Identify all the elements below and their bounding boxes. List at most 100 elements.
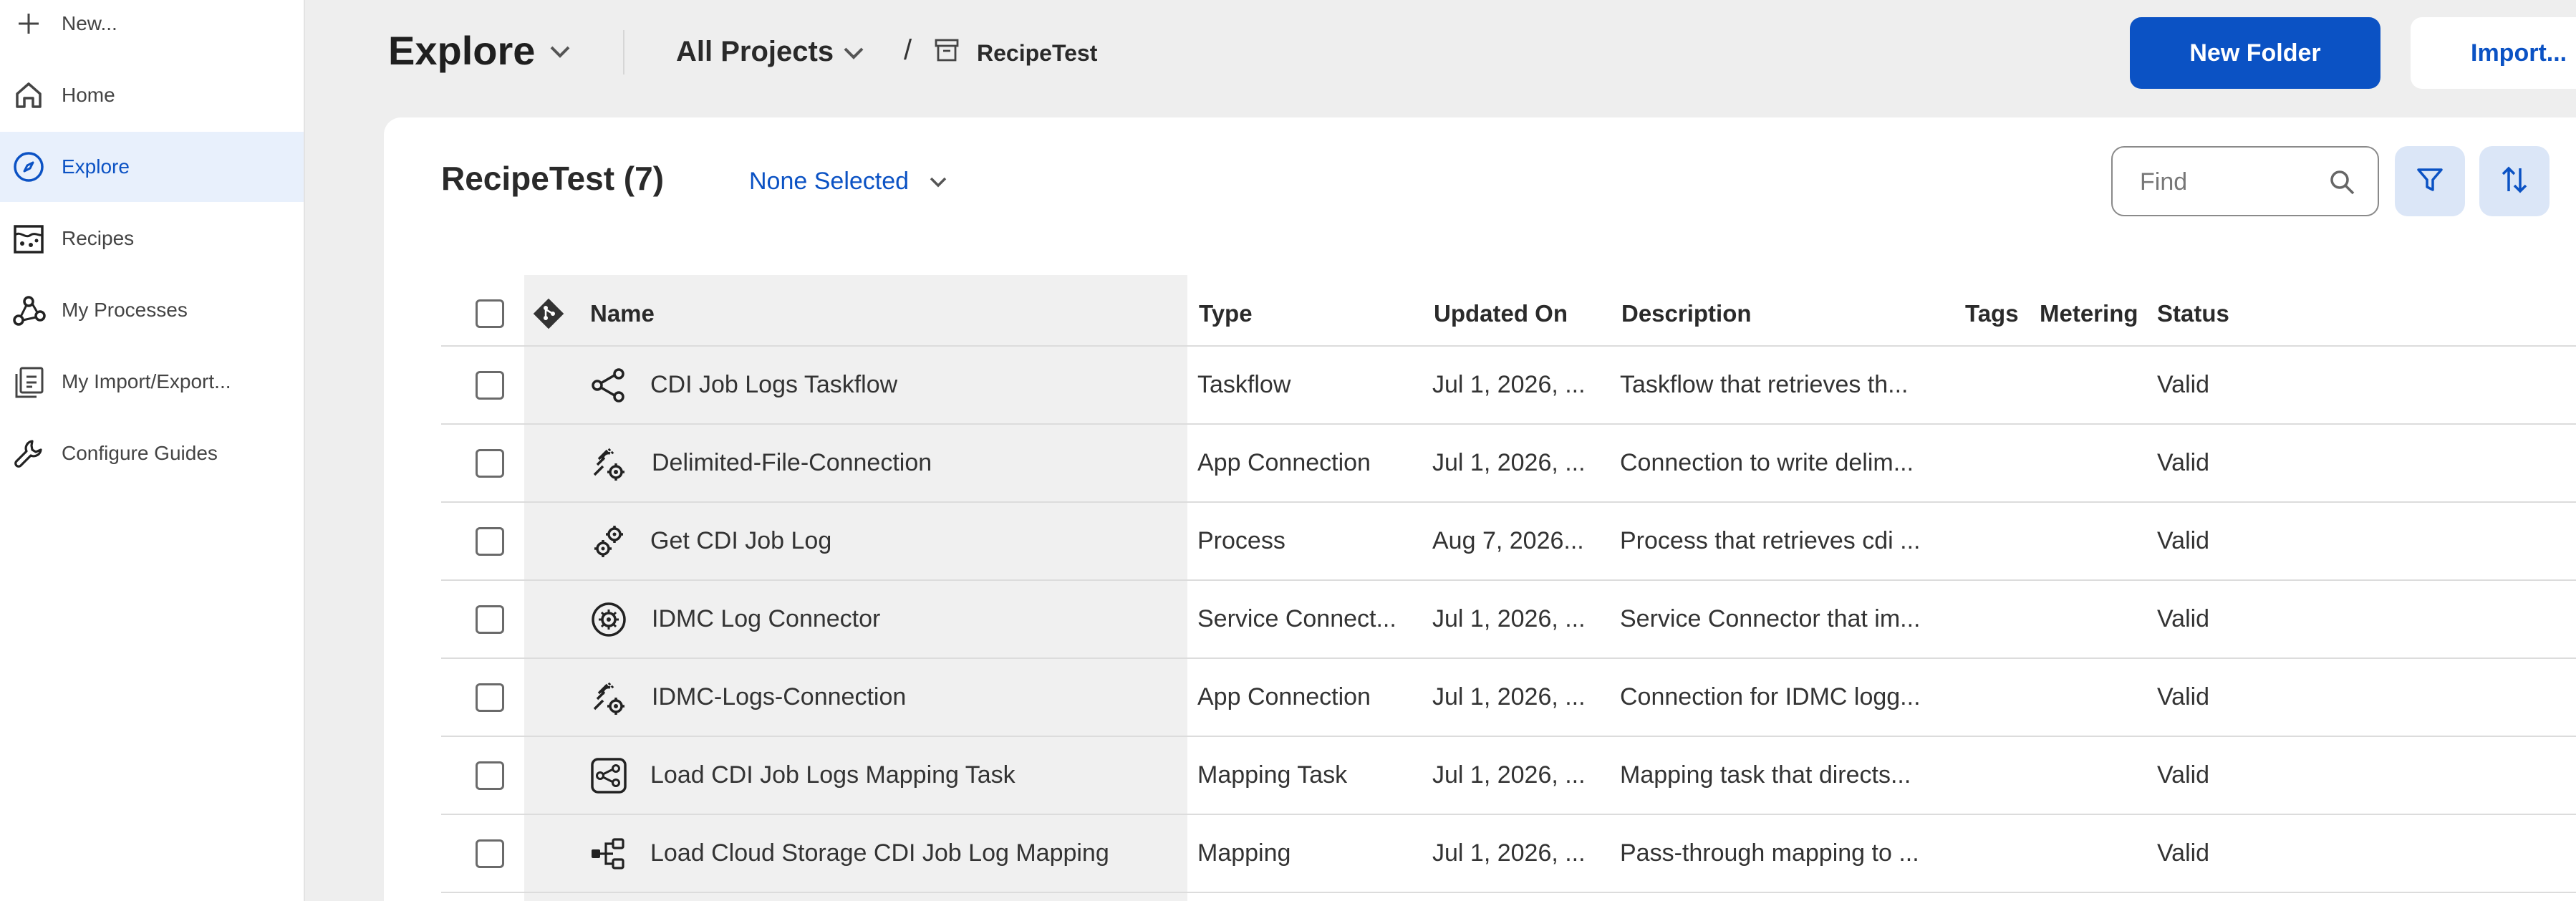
row-description: Taskflow that retrieves th... — [1620, 371, 1909, 398]
table-row[interactable]: Delimited-File-Connection App Connection… — [441, 425, 2576, 503]
filter-button[interactable] — [2395, 146, 2465, 216]
row-type: Service Connect... — [1197, 605, 1396, 632]
row-name-link[interactable]: Get CDI Job Log — [650, 503, 831, 579]
sort-button[interactable] — [2479, 146, 2550, 216]
row-status: Valid — [2157, 605, 2210, 632]
processes-icon — [9, 290, 49, 330]
process-icon — [587, 520, 630, 563]
folder-title: RecipeTest (7) — [441, 160, 665, 197]
chevron-down-icon[interactable] — [925, 169, 951, 195]
row-type: Mapping Task — [1197, 761, 1348, 789]
breadcrumb-separator: / — [904, 34, 912, 66]
selection-dropdown[interactable]: None Selected — [749, 168, 909, 196]
app-connection-icon — [587, 676, 630, 719]
row-description: Pass-through mapping to ... — [1620, 839, 1919, 867]
row-checkbox[interactable] — [476, 448, 504, 478]
row-description: Connection to write delim... — [1620, 449, 1914, 476]
row-description: Process that retrieves cdi ... — [1620, 527, 1921, 554]
new-folder-button[interactable]: New Folder — [2130, 17, 2380, 89]
new-button[interactable]: New... — [0, 0, 304, 59]
chevron-down-icon[interactable] — [839, 39, 868, 67]
row-name-link[interactable]: CDI Job Logs Taskflow — [650, 347, 897, 423]
taskflow-icon — [587, 364, 630, 407]
row-updated-on: Aug 7, 2026... — [1432, 527, 1584, 554]
recipe-icon — [9, 218, 49, 259]
table-row[interactable]: Get CDI Job Log Process Aug 7, 2026... P… — [441, 503, 2576, 581]
column-header-updated-on[interactable]: Updated On — [1434, 275, 1568, 352]
sidebar-item-home[interactable]: Home — [0, 60, 304, 130]
sort-icon — [2497, 163, 2532, 201]
table-row[interactable]: Load CDI Job Logs Mapping Task Mapping T… — [441, 737, 2576, 815]
column-header-name[interactable]: Name — [590, 275, 655, 352]
row-status: Valid — [2157, 527, 2210, 554]
row-updated-on: Jul 1, 2026, ... — [1432, 449, 1586, 476]
row-checkbox[interactable] — [476, 604, 504, 634]
row-name-link[interactable]: Load CDI Job Logs Mapping Task — [650, 737, 1016, 814]
chevron-down-icon[interactable] — [546, 37, 574, 66]
sidebar-item-label: Explore — [62, 155, 130, 178]
row-updated-on: Jul 1, 2026, ... — [1432, 761, 1586, 789]
row-status: Valid — [2157, 839, 2210, 867]
sidebar-item-label: Recipes — [62, 227, 135, 249]
page-title[interactable]: Explore — [388, 27, 535, 74]
sidebar-item-configure-guides[interactable]: Configure Guides — [0, 418, 304, 488]
column-header-status[interactable]: Status — [2157, 275, 2229, 352]
row-updated-on: Jul 1, 2026, ... — [1432, 683, 1586, 710]
project-selector[interactable]: All Projects — [676, 36, 834, 68]
row-checkbox[interactable] — [476, 370, 504, 400]
service-connector-icon — [587, 598, 630, 641]
row-status: Valid — [2157, 761, 2210, 789]
row-checkbox[interactable] — [476, 683, 504, 712]
wrench-icon — [9, 433, 49, 473]
archive-folder-icon — [932, 36, 961, 64]
table-row[interactable]: IDMC Log Connector Service Connect... Ju… — [441, 581, 2576, 659]
column-header-description[interactable]: Description — [1621, 275, 1752, 352]
row-name-link[interactable]: IDMC-Logs-Connection — [652, 659, 906, 736]
table-header-row: Name Type Updated On Description Tags Me… — [441, 275, 2576, 347]
plus-icon — [9, 4, 49, 44]
breadcrumb-folder[interactable]: RecipeTest — [977, 40, 1097, 67]
row-type: App Connection — [1197, 683, 1371, 710]
search-icon[interactable] — [2327, 168, 2358, 198]
row-name-link[interactable]: IDMC Log Connector — [652, 581, 880, 657]
sidebar-item-label: My Import/Export... — [62, 370, 231, 392]
search-input[interactable] — [2140, 165, 2312, 199]
row-status: Valid — [2157, 683, 2210, 710]
column-header-metering[interactable]: Metering — [2040, 275, 2138, 352]
sidebar-item-recipes[interactable]: Recipes — [0, 203, 304, 274]
row-checkbox[interactable] — [476, 526, 504, 556]
row-description: Mapping task that directs... — [1620, 761, 1911, 789]
column-header-type[interactable]: Type — [1199, 275, 1253, 352]
search-box[interactable] — [2111, 146, 2379, 216]
mapping-icon — [587, 832, 630, 875]
mapping-task-icon — [587, 754, 630, 797]
row-checkbox[interactable] — [476, 839, 504, 868]
sidebar-item-import-export[interactable]: My Import/Export... — [0, 347, 304, 417]
row-name-link[interactable]: Load Cloud Storage CDI Job Log Mapping — [650, 815, 1109, 892]
column-header-tags[interactable]: Tags — [1965, 275, 2019, 352]
sidebar-item-my-processes[interactable]: My Processes — [0, 275, 304, 345]
sidebar-item-label: Configure Guides — [62, 442, 218, 464]
row-name-link[interactable]: Delimited-File-Connection — [652, 425, 932, 501]
sidebar-item-label: Home — [62, 84, 115, 106]
table-row[interactable]: IDMC-Logs-Connection App Connection Jul … — [441, 659, 2576, 737]
compass-icon — [9, 147, 49, 187]
row-checkbox[interactable] — [476, 761, 504, 790]
sidebar: New... Home Explore Recipes My Processes… — [0, 0, 305, 901]
header-divider — [623, 30, 624, 74]
row-updated-on: Jul 1, 2026, ... — [1432, 371, 1586, 398]
table-row[interactable]: CDI Job Logs Taskflow Taskflow Jul 1, 20… — [441, 347, 2576, 425]
row-status: Valid — [2157, 371, 2210, 398]
table-row[interactable]: Load Cloud Storage CDI Job Log Mapping M… — [441, 815, 2576, 893]
row-type: Mapping — [1197, 839, 1291, 867]
filter-icon — [2414, 164, 2446, 199]
app-connection-icon — [587, 442, 630, 485]
select-all-checkbox[interactable] — [476, 299, 504, 328]
sidebar-item-explore[interactable]: Explore — [0, 132, 304, 202]
sidebar-item-label: My Processes — [62, 299, 188, 321]
row-type: Taskflow — [1197, 371, 1291, 398]
row-type: App Connection — [1197, 449, 1371, 476]
row-updated-on: Jul 1, 2026, ... — [1432, 839, 1586, 867]
import-button[interactable]: Import... — [2411, 17, 2576, 89]
new-label: New... — [62, 12, 117, 34]
